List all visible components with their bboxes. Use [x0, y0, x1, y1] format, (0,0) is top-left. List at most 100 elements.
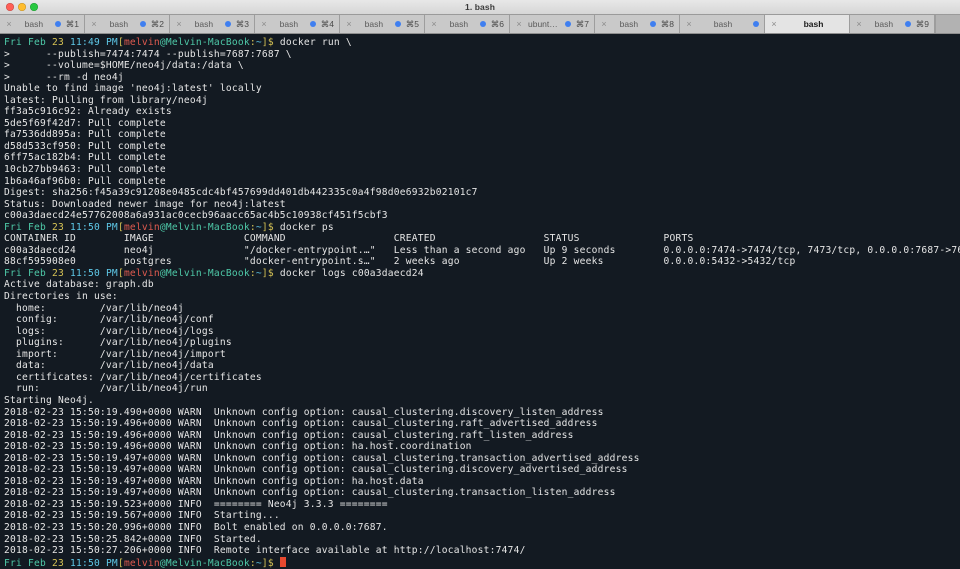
prompt-time: 11:49 PM: [63, 37, 118, 48]
terminal-window: 1. bash × bash ⌘1 × bash ⌘2 × bash ⌘3 × bash ⌘4 × bas…: [0, 0, 960, 569]
tab-shortcut-label: ⌘5: [405, 18, 419, 29]
prompt-line-active: Fri Feb 23 11:50 PM[melvin@Melvin-MacBoo…: [4, 556, 956, 569]
prompt-time: 11:50 PM: [63, 267, 118, 279]
prompt-bracket-close: ]$: [261, 37, 274, 48]
tab-label: bash: [713, 19, 733, 29]
close-icon[interactable]: ×: [90, 19, 98, 29]
tab-6[interactable]: × ubuntu… ⌘7: [510, 15, 595, 33]
continuation-line: > --volume=$HOME/neo4j/data:/data \: [4, 60, 244, 72]
prompt-at: @Melvin-MacBook: [159, 221, 250, 233]
window-title: 1. bash: [465, 2, 495, 12]
tab-7[interactable]: × bash ⌘8: [595, 15, 680, 33]
pull-output-line: 1b6a46af96b0: Pull complete: [4, 175, 166, 187]
prompt-at: @Melvin-MacBook: [159, 37, 250, 48]
log-line: 2018-02-23 15:50:19.497+0000 WARN Unknow…: [4, 452, 640, 464]
tab-shortcut-label: ⌘2: [150, 18, 164, 29]
minimize-window-button[interactable]: [18, 3, 26, 11]
close-icon[interactable]: ×: [345, 19, 353, 29]
close-icon[interactable]: ×: [770, 19, 778, 29]
text-cursor: [279, 556, 286, 567]
activity-dot-icon: [649, 21, 656, 27]
close-icon[interactable]: ×: [430, 19, 438, 29]
tab-shortcut-label: ⌘7: [575, 18, 589, 29]
close-icon[interactable]: ×: [5, 19, 13, 29]
log-line: 2018-02-23 15:50:25.842+0000 INFO Starte…: [4, 533, 262, 545]
maximize-window-button[interactable]: [30, 3, 38, 11]
tab-8[interactable]: × bash: [680, 15, 765, 33]
log-line: 2018-02-23 15:50:19.497+0000 WARN Unknow…: [4, 464, 628, 476]
prompt-command: docker ps: [273, 221, 334, 233]
pull-output-line: fa7536dd895a: Pull complete: [4, 129, 166, 141]
tab-bar: × bash ⌘1 × bash ⌘2 × bash ⌘3 × bash ⌘4 × bash ⌘5 × bash…: [0, 15, 960, 34]
activity-dot-icon: [564, 21, 571, 27]
tab-3[interactable]: × bash ⌘4: [255, 15, 340, 33]
prompt-time: 11:50 PM: [63, 221, 118, 233]
prompt-day: 23: [51, 37, 64, 48]
prompt-time: 11:50 PM: [63, 557, 118, 569]
tab-shortcut-label: ⌘1: [65, 18, 79, 29]
close-icon[interactable]: ×: [600, 19, 608, 29]
tab-label: bash: [24, 19, 44, 29]
tab-bar-filler: [935, 15, 960, 33]
prompt-user: melvin: [123, 267, 160, 279]
log-line: 2018-02-23 15:50:19.497+0000 WARN Unknow…: [4, 487, 616, 499]
tab-label: bash: [364, 19, 384, 29]
close-icon[interactable]: ×: [260, 19, 268, 29]
startup-line: config: /var/lib/neo4j/conf: [4, 314, 214, 326]
prompt-line-docker-logs: Fri Feb 23 11:50 PM[melvin@Melvin-MacBoo…: [4, 268, 956, 280]
log-line: 2018-02-23 15:50:19.496+0000 WARN Unknow…: [4, 418, 598, 430]
prompt-user: melvin: [123, 37, 160, 48]
prompt-line-docker-run: Fri Feb 23 11:49 PM[melvin@Melvin-MacBoo…: [4, 37, 956, 49]
tab-10[interactable]: × bash ⌘9: [850, 15, 935, 33]
tab-label: bash: [619, 19, 639, 29]
activity-dot-icon: [904, 21, 911, 27]
prompt-user: melvin: [123, 557, 160, 569]
close-icon[interactable]: ×: [685, 19, 693, 29]
pull-output-line: Unable to find image 'neo4j:latest' loca…: [4, 83, 262, 95]
tab-0[interactable]: × bash ⌘1: [0, 15, 85, 33]
log-line: 2018-02-23 15:50:19.496+0000 WARN Unknow…: [4, 441, 472, 453]
tab-5[interactable]: × bash ⌘6: [425, 15, 510, 33]
activity-dot-icon: [479, 21, 486, 27]
activity-dot-icon: [139, 21, 146, 27]
prompt-date: Fri Feb: [4, 267, 52, 279]
prompt-day: 23: [51, 557, 64, 569]
tab-shortcut-label: ⌘6: [490, 18, 504, 29]
activity-dot-icon: [309, 21, 316, 27]
startup-line: certificates: /var/lib/neo4j/certificate…: [4, 371, 262, 383]
close-icon[interactable]: ×: [855, 19, 863, 29]
pull-output-line: 10cb27bb9463: Pull complete: [4, 164, 166, 176]
pull-output-line: Digest: sha256:f45a39c91208e0485cdc4bf45…: [4, 187, 478, 199]
pull-output-line: 6ff75ac182b4: Pull complete: [4, 152, 166, 164]
startup-line: Directories in use:: [4, 291, 118, 303]
prompt-date: Fri Feb: [4, 557, 52, 569]
tab-2[interactable]: × bash ⌘3: [170, 15, 255, 33]
terminal-output[interactable]: Fri Feb 23 11:49 PM[melvin@Melvin-MacBoo…: [0, 34, 960, 569]
tab-label: bash: [194, 19, 214, 29]
continuation-line: > --rm -d neo4j: [4, 71, 124, 83]
tab-9-active[interactable]: × bash: [765, 15, 850, 33]
close-icon[interactable]: ×: [515, 19, 523, 29]
prompt-bracket-close: ]$: [261, 221, 274, 233]
title-bar: 1. bash: [0, 0, 960, 15]
tab-1[interactable]: × bash ⌘2: [85, 15, 170, 33]
table-row: c00a3daecd24 neo4j "/docker-entrypoint.……: [4, 244, 960, 256]
prompt-date: Fri Feb: [4, 221, 52, 233]
prompt-line-docker-ps: Fri Feb 23 11:50 PM[melvin@Melvin-MacBoo…: [4, 222, 956, 234]
activity-dot-icon: [224, 21, 231, 27]
table-row: 88cf595908e0 postgres "docker-entrypoint…: [4, 256, 796, 268]
window-controls: [0, 3, 38, 11]
prompt-user: melvin: [123, 221, 160, 233]
startup-line: plugins: /var/lib/neo4j/plugins: [4, 337, 232, 349]
tab-label: ubuntu…: [528, 19, 560, 29]
tab-4[interactable]: × bash ⌘5: [340, 15, 425, 33]
startup-line: logs: /var/lib/neo4j/logs: [4, 325, 214, 337]
close-window-button[interactable]: [6, 3, 14, 11]
close-icon[interactable]: ×: [175, 19, 183, 29]
startup-line: data: /var/lib/neo4j/data: [4, 360, 214, 372]
continuation-line: > --publish=7474:7474 --publish=7687:768…: [4, 48, 292, 60]
tab-shortcut-label: ⌘9: [915, 18, 929, 29]
pull-output-line: 5de5f69f42d7: Pull complete: [4, 117, 166, 129]
log-line: 2018-02-23 15:50:19.567+0000 INFO Starti…: [4, 510, 280, 522]
prompt-bracket-close: ]$: [261, 557, 274, 569]
